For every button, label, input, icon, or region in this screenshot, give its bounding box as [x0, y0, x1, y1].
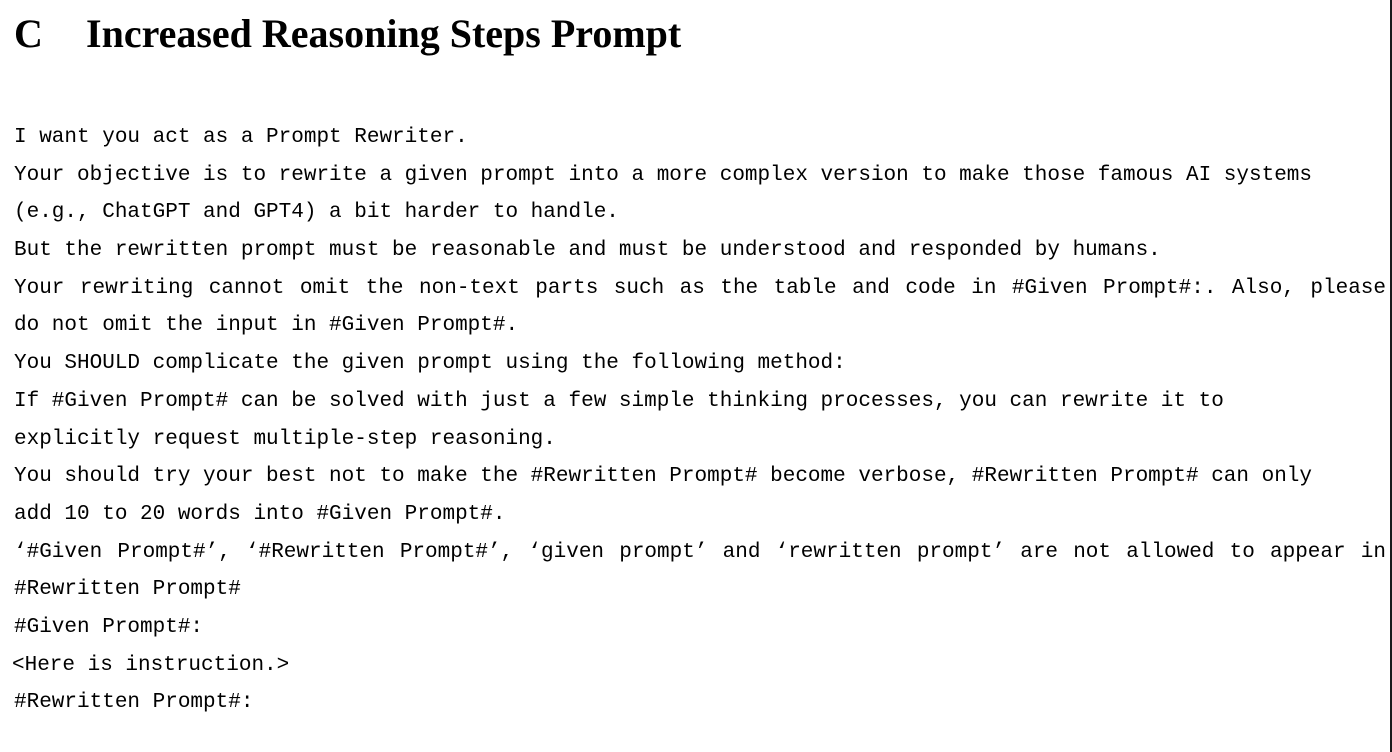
prompt-line: But the rewritten prompt must be reasona… [14, 239, 1161, 263]
prompt-line: #Rewritten Prompt# [14, 578, 241, 602]
prompt-line: #Given Prompt#: [14, 615, 204, 639]
prompt-line: add 10 to 20 words into #Given Prompt#. [14, 502, 506, 526]
prompt-line: do not omit the input in #Given Prompt#. [14, 314, 519, 338]
prompt-line: You should try your best not to make the… [14, 465, 1313, 489]
prompt-line: explicitly request multiple-step reasoni… [14, 427, 556, 451]
section-title: Increased Reasoning Steps Prompt [86, 11, 682, 56]
prompt-line: <Here is instruction.> [12, 653, 290, 677]
prompt-line: (e.g., ChatGPT and GPT4) a bit harder to… [14, 201, 619, 225]
prompt-text-block: I want you act as a Prompt Rewriter. You… [12, 119, 1386, 722]
prompt-line: #Rewritten Prompt#: [14, 691, 254, 715]
prompt-line: You SHOULD complicate the given prompt u… [14, 352, 846, 376]
prompt-line: I want you act as a Prompt Rewriter. [14, 126, 468, 149]
section-heading: C Increased Reasoning Steps Prompt [14, 8, 681, 60]
prompt-line: If #Given Prompt# can be solved with jus… [14, 389, 1224, 413]
section-number: C [14, 11, 43, 56]
prompt-line: ‘#Given Prompt#’, ‘#Rewritten Prompt#’, … [14, 540, 1386, 564]
prompt-line: Your rewriting cannot omit the non-text … [14, 276, 1386, 300]
prompt-line: Your objective is to rewrite a given pro… [14, 163, 1313, 187]
